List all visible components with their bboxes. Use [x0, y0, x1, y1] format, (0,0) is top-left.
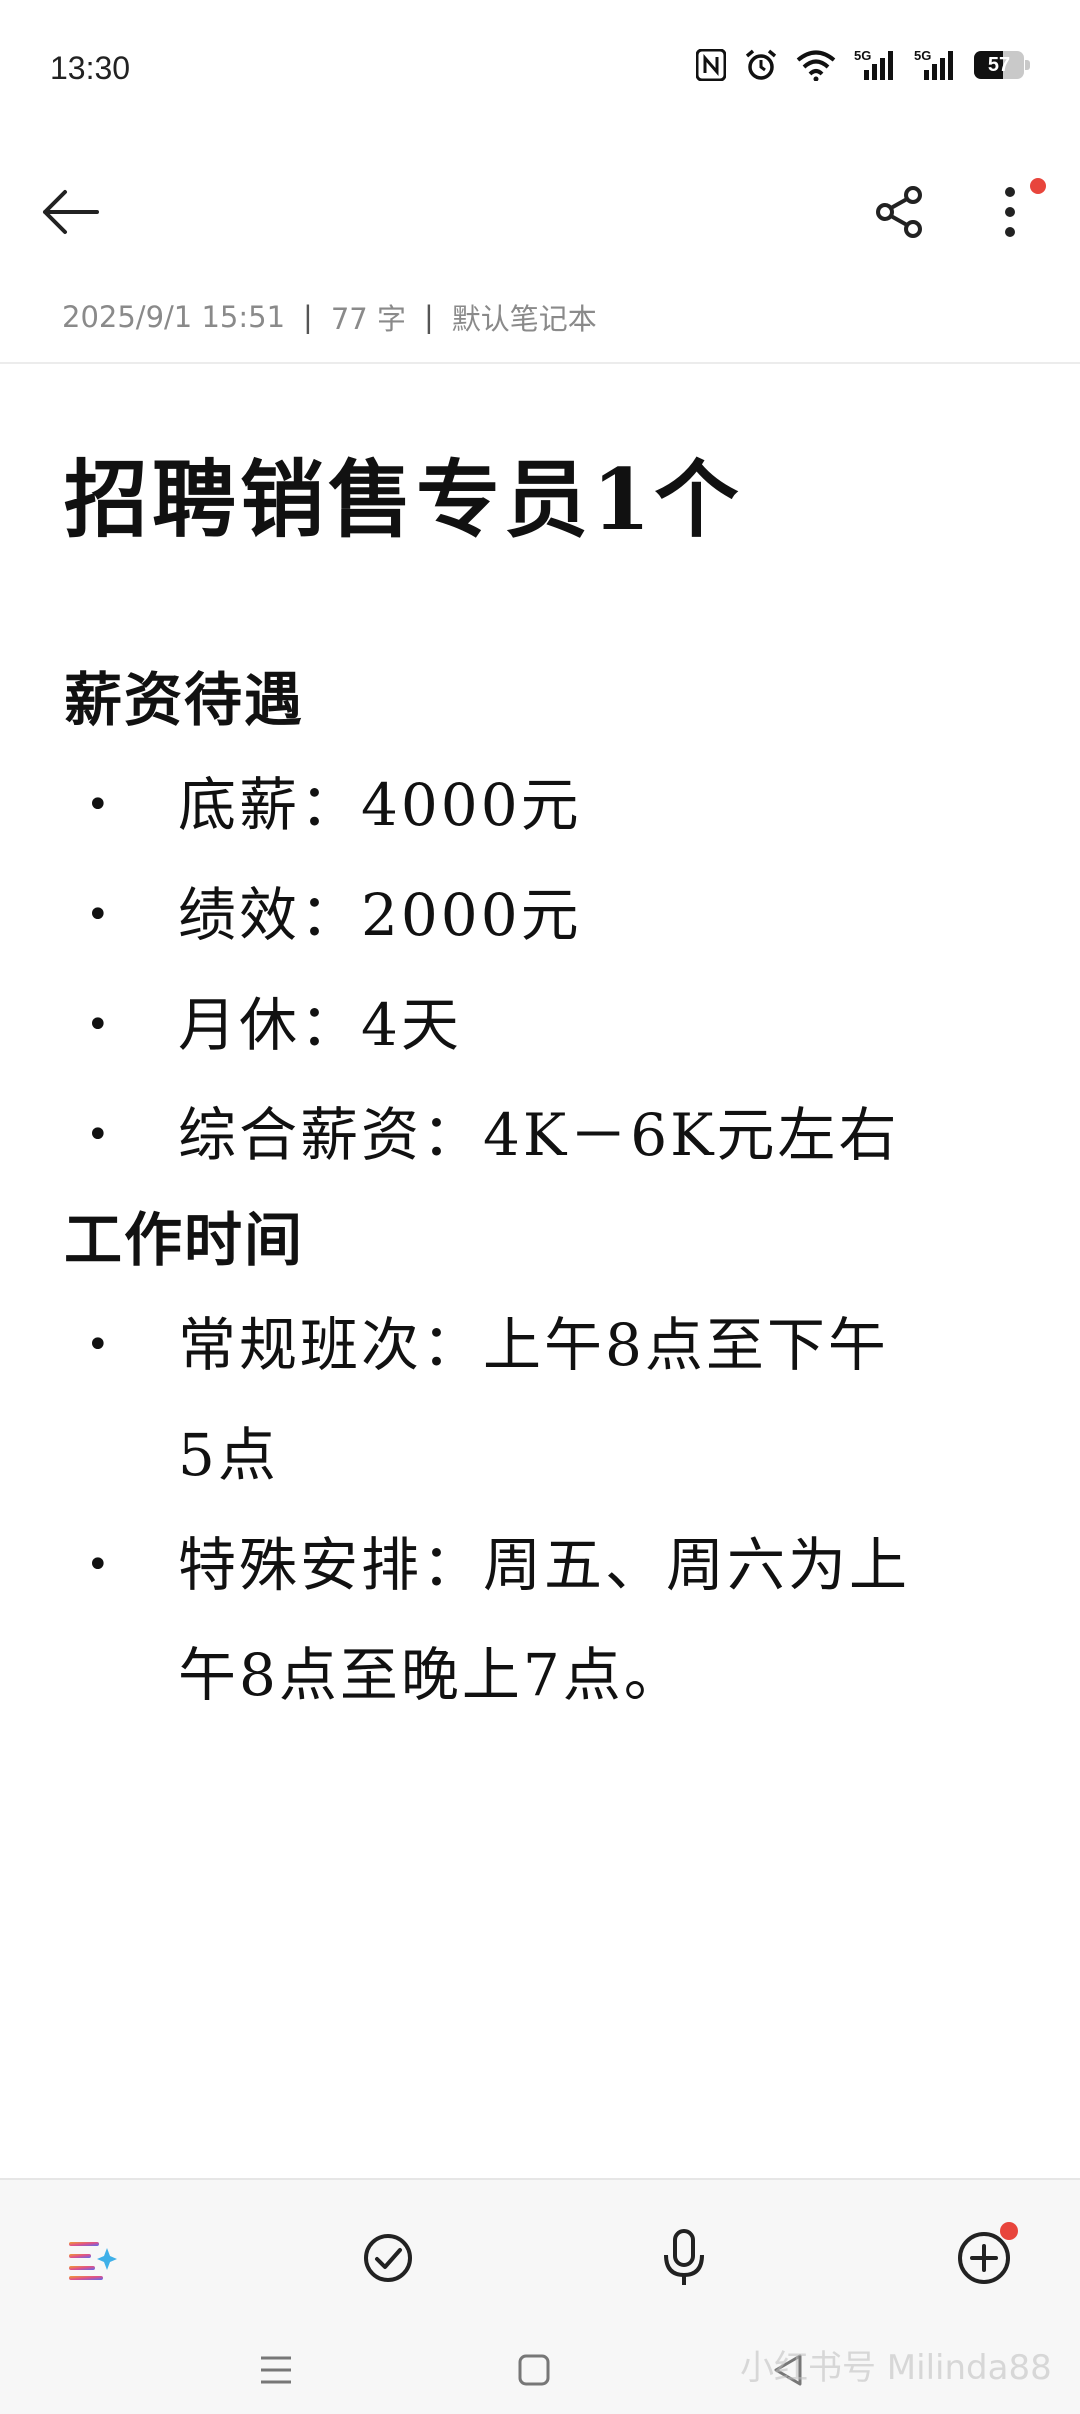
list-item[interactable]: • 底薪：4000元 [64, 750, 924, 860]
bullet-dot: • [86, 1542, 113, 1588]
list-item-text: 特殊安排：周五、周六为上午8点至晚上7点。 [178, 1531, 911, 1709]
list-item-text: 常规班次：上午8点至下午5点 [178, 1311, 889, 1489]
signal-5g-icon: 5G [914, 48, 956, 82]
list-item-text: 综合薪资：4K－6K元左右 [178, 1101, 900, 1169]
meta-separator: | [423, 300, 434, 334]
back-arrow-icon [43, 190, 99, 234]
bullet-list: • 底薪：4000元 • 绩效：2000元 • 月休：4天 • 综合薪资：4K－6K元左… [64, 750, 1024, 1190]
status-time: 13:30 [50, 50, 131, 86]
voice-input-button[interactable] [644, 2218, 724, 2298]
svg-text:5G: 5G [854, 48, 871, 63]
signal-5g-icon: 5G [854, 48, 896, 82]
divider [0, 362, 1080, 364]
share-button[interactable] [860, 172, 940, 252]
note-meta: 2025/9/1 15:51 | 77 字 | 默认笔记本 [62, 296, 597, 338]
notification-dot [1030, 178, 1046, 194]
notification-dot [1000, 2222, 1018, 2240]
note-datetime: 2025/9/1 15:51 [62, 300, 286, 334]
share-icon [876, 186, 922, 238]
status-bar: 13:30 5G 5G 57 [0, 0, 1080, 140]
list-item[interactable]: • 综合薪资：4K－6K元左右 [64, 1080, 924, 1190]
home-button[interactable] [504, 2340, 564, 2400]
list-item[interactable]: • 绩效：2000元 [64, 860, 924, 970]
bullet-dot: • [86, 1002, 113, 1048]
notebook-name[interactable]: 默认笔记本 [452, 296, 597, 338]
checkbox-icon [364, 2234, 412, 2282]
home-icon [518, 2354, 550, 2386]
ai-list-icon [69, 2242, 117, 2280]
note-title[interactable]: 招聘销售专员1个 [64, 440, 1024, 560]
nfc-icon [696, 49, 726, 81]
status-icons: 5G 5G 57 [696, 48, 1030, 82]
add-button[interactable] [944, 2218, 1024, 2298]
list-item[interactable]: • 月休：4天 [64, 970, 924, 1080]
section-heading[interactable]: 薪资待遇 [64, 650, 1024, 750]
checklist-button[interactable] [348, 2218, 428, 2298]
more-options-button[interactable] [970, 172, 1050, 252]
back-button[interactable] [30, 172, 110, 252]
list-item[interactable]: • 特殊安排：周五、周六为上午8点至晚上7点。 [64, 1510, 924, 1730]
section-heading[interactable]: 工作时间 [64, 1190, 1024, 1290]
list-item[interactable]: • 常规班次：上午8点至下午5点 [64, 1290, 924, 1510]
bullet-list: • 常规班次：上午8点至下午5点 • 特殊安排：周五、周六为上午8点至晚上7点。 [64, 1290, 1024, 1730]
top-toolbar [0, 150, 1080, 270]
list-item-text: 月休：4天 [178, 991, 462, 1059]
recent-apps-button[interactable] [246, 2340, 306, 2400]
alarm-icon [744, 48, 778, 82]
svg-text:5G: 5G [914, 48, 931, 63]
battery-level: 57 [987, 54, 1011, 76]
more-vertical-icon [1005, 187, 1015, 237]
bullet-dot: • [86, 1322, 113, 1368]
list-item-text: 绩效：2000元 [178, 881, 582, 949]
list-item-text: 底薪：4000元 [178, 771, 582, 839]
bullet-dot: • [86, 892, 113, 938]
note-body[interactable]: 招聘销售专员1个 薪资待遇 • 底薪：4000元 • 绩效：2000元 • 月休：4天… [64, 440, 1024, 1730]
word-count: 77 字 [330, 302, 406, 336]
microphone-icon [664, 2229, 704, 2285]
bullet-dot: • [86, 782, 113, 828]
wifi-icon [796, 49, 836, 81]
watermark: 小红书号 Milinda88 [740, 2348, 1052, 2388]
bullet-dot: • [86, 1112, 113, 1158]
battery-icon: 57 [974, 51, 1030, 79]
meta-separator: | [303, 300, 313, 334]
menu-icon [261, 2356, 291, 2384]
ai-format-button[interactable] [52, 2218, 132, 2298]
